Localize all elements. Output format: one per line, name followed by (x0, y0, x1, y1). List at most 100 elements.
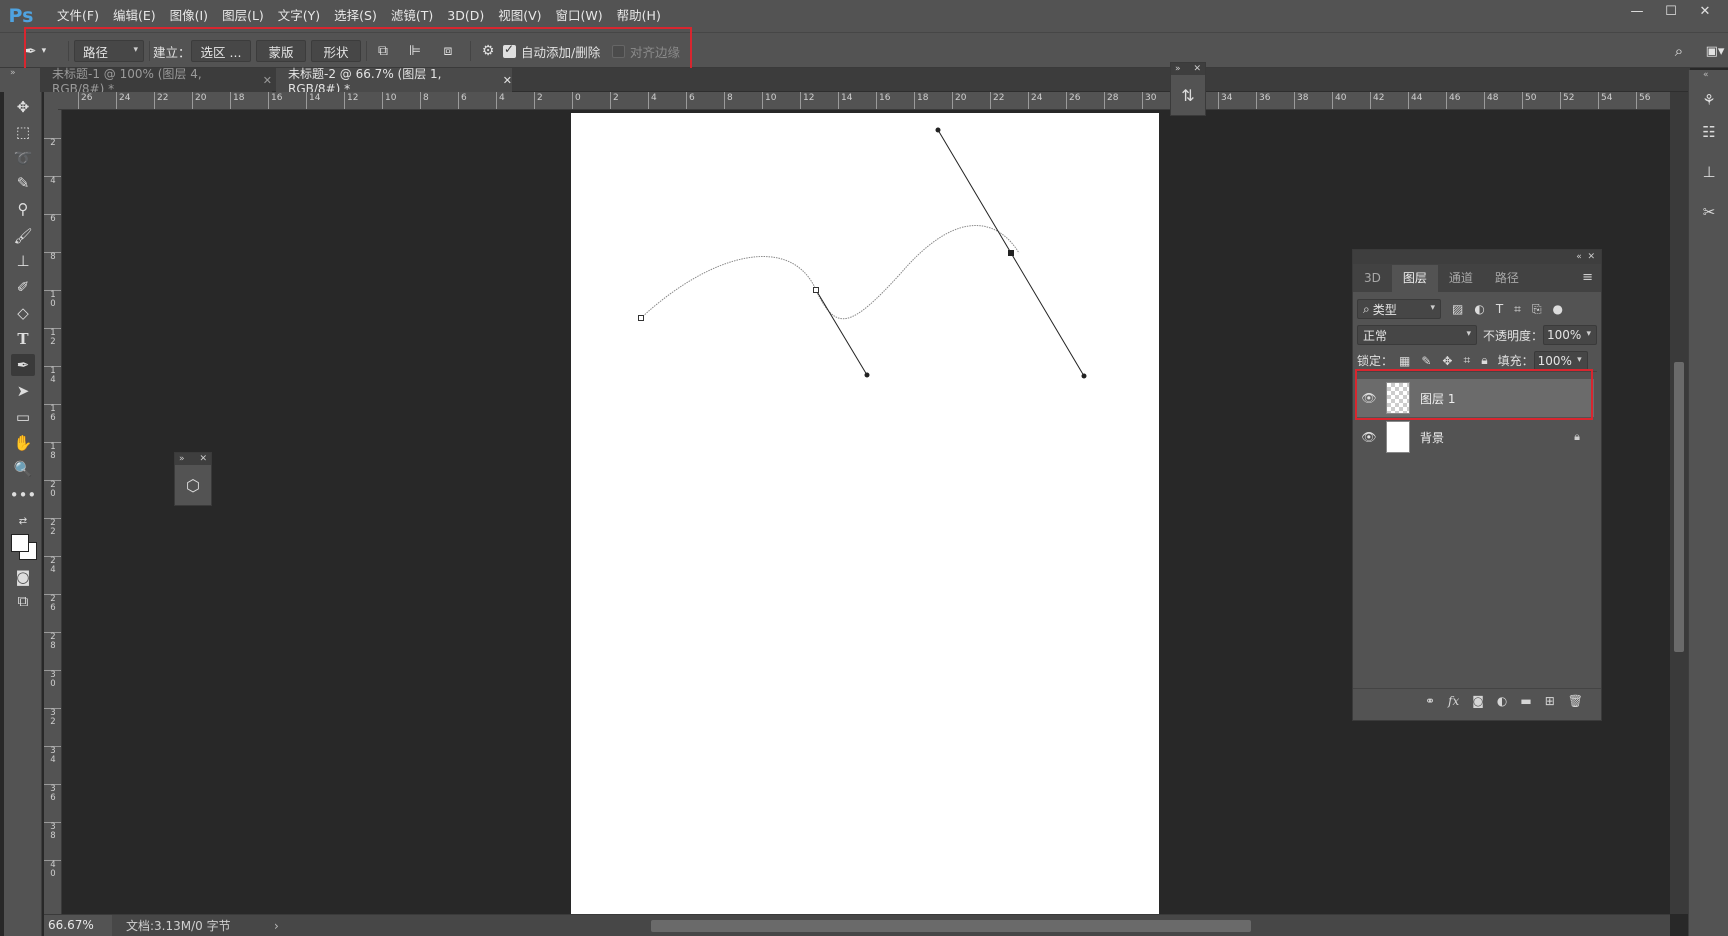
menu-type[interactable]: 文字(Y) (271, 0, 327, 32)
filter-smart-object-icon[interactable]: ⎘ (1532, 302, 1542, 317)
zoom-tool-icon[interactable]: 🔍 (11, 458, 35, 480)
anchor-point-selected[interactable] (1008, 250, 1014, 256)
menu-edit[interactable]: 编辑(E) (106, 0, 163, 32)
filter-toggle-icon[interactable]: ● (1553, 302, 1563, 316)
more-tools-icon[interactable]: ••• (10, 484, 37, 506)
make-mask-button[interactable]: 蒙版 (256, 40, 306, 62)
lock-position-icon[interactable]: ✥ (1442, 354, 1452, 368)
collapse-icon[interactable]: « (1576, 252, 1582, 262)
anchor-point[interactable] (813, 287, 819, 293)
search-icon[interactable]: ⌕ (1668, 40, 1690, 62)
rectangle-tool-icon[interactable]: ▭ (11, 406, 35, 428)
make-selection-button[interactable]: 选区 ... (191, 40, 251, 62)
layer-filter-select[interactable]: ⌕ 类型 ▾ (1357, 299, 1441, 319)
chevron-right-icon[interactable]: › (274, 919, 279, 933)
align-edges-checkbox[interactable]: 对齐边缘 (612, 40, 712, 62)
layer-row-layer1[interactable]: 👁︎ 图层 1 (1356, 379, 1594, 417)
close-button[interactable]: ✕ (1688, 0, 1722, 22)
panel-menu-icon[interactable]: ≡ (1582, 270, 1593, 285)
workspace-icon[interactable]: ▣▾ (1703, 40, 1727, 62)
path-operations-icon[interactable]: ⧉ (372, 40, 394, 62)
3d-panel-icon[interactable]: ⬡ (175, 465, 211, 505)
type-tool-icon[interactable]: T (11, 328, 35, 350)
zoom-level[interactable]: 66.67% (44, 915, 112, 936)
add-mask-icon[interactable]: ◙ (1472, 694, 1484, 708)
menu-help[interactable]: 帮助(H) (610, 0, 668, 32)
blend-mode-select[interactable]: 正常 ▾ (1357, 325, 1477, 345)
move-tool-icon[interactable]: ✥ (11, 96, 35, 118)
clone-source-icon[interactable]: ⊥ (1697, 160, 1721, 184)
close-icon[interactable]: ✕ (1193, 63, 1201, 75)
tab-paths[interactable]: 路径 (1484, 265, 1530, 292)
delete-layer-icon[interactable]: 🗑︎ (1568, 694, 1583, 708)
close-icon[interactable]: ✕ (503, 74, 512, 87)
history-brush-icon[interactable]: ✐ (11, 276, 35, 298)
tab-layers[interactable]: 图层 (1391, 265, 1438, 292)
marquee-tool-icon[interactable]: ⬚ (11, 121, 35, 143)
lock-artboard-icon[interactable]: ⌗ (1463, 353, 1470, 368)
filter-pixel-icon[interactable]: ▨ (1452, 302, 1463, 316)
layer-row-background[interactable]: 👁︎ 背景 🔒︎ (1356, 418, 1594, 456)
fill-input[interactable]: 100% ▾ (1533, 350, 1588, 371)
close-icon[interactable]: ✕ (199, 453, 207, 465)
tab-document-1[interactable]: 未标题-1 @ 100% (图层 4, RGB/8#) * ✕ (40, 67, 272, 96)
filter-adjustment-icon[interactable]: ◐ (1474, 302, 1484, 316)
eye-icon[interactable]: 👁︎ (1356, 391, 1382, 405)
new-layer-icon[interactable]: ⊞ (1545, 694, 1555, 708)
menu-3d[interactable]: 3D(D) (440, 0, 491, 32)
filter-shape-icon[interactable]: ⌗ (1514, 302, 1521, 317)
filter-type-icon[interactable]: T (1496, 302, 1503, 316)
quick-selection-tool-icon[interactable]: ✎ (11, 172, 35, 194)
tool-preset-picker[interactable]: ✒ ▾ (24, 40, 60, 62)
close-icon[interactable]: ✕ (263, 74, 272, 87)
tool-presets-icon[interactable]: ✂ (1697, 200, 1721, 224)
direction-handle[interactable] (935, 127, 941, 133)
direction-handle[interactable] (1081, 373, 1087, 379)
horizontal-scroll-thumb[interactable] (651, 920, 1251, 932)
lock-all-icon[interactable]: 🔒︎ (1481, 353, 1487, 368)
stamp-tool-icon[interactable]: ⊥ (11, 250, 35, 272)
menu-filter[interactable]: 滤镜(T) (384, 0, 440, 32)
lasso-tool-icon[interactable]: ➰ (11, 147, 35, 169)
adjustments-icon[interactable]: ☷ (1697, 120, 1721, 144)
path-selection-tool-icon[interactable]: ➤ (11, 380, 35, 402)
brush-tool-icon[interactable]: 🖌 (11, 225, 35, 247)
eraser-tool-icon[interactable]: ◇ (11, 302, 35, 324)
menu-select[interactable]: 选择(S) (327, 0, 384, 32)
anchor-point[interactable] (638, 315, 644, 321)
menu-layer[interactable]: 图层(L) (215, 0, 271, 32)
foreground-color-swatch[interactable] (11, 534, 29, 552)
path-alignment-icon[interactable]: ⊫ (404, 40, 426, 62)
auto-add-delete-checkbox[interactable]: 自动添加/删除 (503, 40, 613, 62)
expand-icon[interactable]: » (179, 453, 185, 465)
menu-view[interactable]: 视图(V) (491, 0, 548, 32)
new-group-icon[interactable]: ▬ (1520, 694, 1531, 708)
expand-icon[interactable]: » (1175, 63, 1181, 75)
hand-tool-icon[interactable]: ✋ (11, 432, 35, 454)
fx-icon[interactable]: fx (1448, 694, 1459, 708)
new-adjustment-icon[interactable]: ◐ (1497, 694, 1507, 708)
pen-tool-icon[interactable]: ✒ (11, 354, 35, 376)
eye-icon[interactable]: 👁︎ (1356, 430, 1382, 444)
menu-image[interactable]: 图像(I) (163, 0, 215, 32)
close-icon[interactable]: ✕ (1587, 252, 1595, 262)
brush-presets-icon[interactable]: ⚘ (1697, 88, 1721, 112)
menu-file[interactable]: 文件(F) (50, 0, 106, 32)
history-icon[interactable]: ⇅ (1171, 75, 1205, 115)
mode-select[interactable]: 路径 ▾ (74, 40, 144, 62)
gear-icon[interactable]: ⚙ (478, 40, 498, 62)
direction-handle[interactable] (864, 372, 870, 378)
eyedropper-tool-icon[interactable]: ⚲ (11, 198, 35, 220)
path-arrangement-icon[interactable]: ⧈ (436, 40, 460, 62)
collapse-icon[interactable]: » (10, 68, 16, 78)
minimize-button[interactable]: — (1620, 0, 1654, 22)
vertical-scroll-thumb[interactable] (1674, 362, 1684, 652)
opacity-input[interactable]: 100% ▾ (1543, 325, 1597, 345)
screen-mode-icon[interactable]: ⧉ (11, 590, 35, 612)
lock-transparent-icon[interactable]: ▦ (1399, 354, 1410, 368)
tab-channels[interactable]: 通道 (1438, 265, 1484, 292)
tab-3d[interactable]: 3D (1353, 265, 1392, 292)
lock-image-icon[interactable]: ✎ (1421, 354, 1431, 368)
menu-window[interactable]: 窗口(W) (549, 0, 610, 32)
collapse-icon[interactable]: « (1703, 70, 1709, 80)
